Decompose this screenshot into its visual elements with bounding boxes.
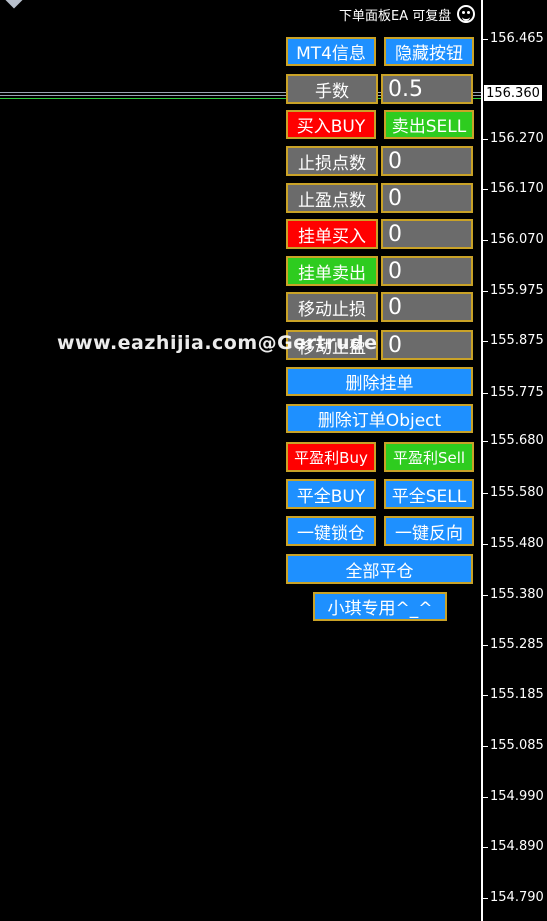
price-tick-label: 155.975 bbox=[490, 283, 544, 298]
close-profit-sell-button[interactable]: 平盈利Sell bbox=[384, 442, 474, 472]
price-tick-mark bbox=[482, 139, 488, 140]
pending-sell-button[interactable]: 挂单卖出 bbox=[286, 256, 378, 286]
pending-sell-input[interactable]: 0 bbox=[381, 256, 473, 286]
close-profit-buy-button[interactable]: 平盈利Buy bbox=[286, 442, 376, 472]
price-tick-mark bbox=[482, 797, 488, 798]
smiley-face-icon bbox=[457, 5, 475, 23]
price-tick-mark bbox=[482, 291, 488, 292]
price-tick-label: 155.085 bbox=[490, 738, 544, 753]
pending-buy-input[interactable]: 0 bbox=[381, 219, 473, 249]
price-tick-mark bbox=[482, 189, 488, 190]
price-tick-mark bbox=[482, 544, 488, 545]
price-tick-label: 156.270 bbox=[490, 131, 544, 146]
lock-button[interactable]: 一键锁仓 bbox=[286, 516, 376, 546]
price-tick-label: 155.480 bbox=[490, 536, 544, 551]
price-tick-label: 154.990 bbox=[490, 789, 544, 804]
price-tick-label: 155.380 bbox=[490, 587, 544, 602]
price-tick-mark bbox=[482, 393, 488, 394]
lots-input[interactable]: 0.5 bbox=[381, 74, 473, 104]
stop-loss-input[interactable]: 0 bbox=[381, 146, 473, 176]
hide-buttons-button[interactable]: 隐藏按钮 bbox=[384, 37, 474, 66]
current-price-label: 156.360 bbox=[483, 84, 543, 102]
price-tick-mark bbox=[482, 240, 488, 241]
price-tick-label: 154.890 bbox=[490, 839, 544, 854]
sell-button[interactable]: 卖出SELL bbox=[384, 110, 474, 139]
price-tick-label: 154.790 bbox=[490, 890, 544, 905]
price-tick-label: 155.680 bbox=[490, 433, 544, 448]
ea-title: 下单面板EA 可复盘 bbox=[339, 9, 452, 24]
close-all-buy-button[interactable]: 平全BUY bbox=[286, 479, 376, 509]
price-tick-label: 156.070 bbox=[490, 232, 544, 247]
trailing-stop-label: 移动止损 bbox=[286, 292, 378, 322]
trailing-stop-input[interactable]: 0 bbox=[381, 292, 473, 322]
price-tick-mark bbox=[482, 847, 488, 848]
price-tick-mark bbox=[482, 746, 488, 747]
price-tick-mark bbox=[482, 341, 488, 342]
price-tick-mark bbox=[482, 441, 488, 442]
price-tick-mark bbox=[482, 645, 488, 646]
take-profit-label: 止盈点数 bbox=[286, 183, 378, 213]
pending-buy-button[interactable]: 挂单买入 bbox=[286, 219, 378, 249]
special-button[interactable]: 小琪专用^_^ bbox=[313, 592, 447, 621]
price-tick-label: 155.875 bbox=[490, 333, 544, 348]
close-all-sell-button[interactable]: 平全SELL bbox=[384, 479, 474, 509]
price-tick-mark bbox=[482, 595, 488, 596]
price-tick-label: 155.775 bbox=[490, 385, 544, 400]
price-tick-label: 156.465 bbox=[490, 31, 544, 46]
delete-objects-button[interactable]: 删除订单Object bbox=[286, 404, 473, 433]
price-tick-label: 155.285 bbox=[490, 637, 544, 652]
lots-label: 手数 bbox=[286, 74, 378, 104]
price-tick-mark bbox=[482, 493, 488, 494]
price-tick-label: 155.185 bbox=[490, 687, 544, 702]
stop-loss-label: 止损点数 bbox=[286, 146, 378, 176]
reverse-button[interactable]: 一键反向 bbox=[384, 516, 474, 546]
delete-pending-button[interactable]: 删除挂单 bbox=[286, 367, 473, 396]
price-tick-mark bbox=[482, 39, 488, 40]
price-tick-mark bbox=[482, 898, 488, 899]
buy-button[interactable]: 买入BUY bbox=[286, 110, 376, 139]
price-tick-mark bbox=[482, 695, 488, 696]
watermark-text: www.eazhijia.com@Gertrude bbox=[57, 332, 378, 354]
mt4-info-button[interactable]: MT4信息 bbox=[286, 37, 376, 66]
close-all-button[interactable]: 全部平仓 bbox=[286, 554, 473, 584]
trailing-profit-input[interactable]: 0 bbox=[381, 330, 473, 360]
price-tick-label: 155.580 bbox=[490, 485, 544, 500]
price-tick-label: 156.170 bbox=[490, 181, 544, 196]
take-profit-input[interactable]: 0 bbox=[381, 183, 473, 213]
